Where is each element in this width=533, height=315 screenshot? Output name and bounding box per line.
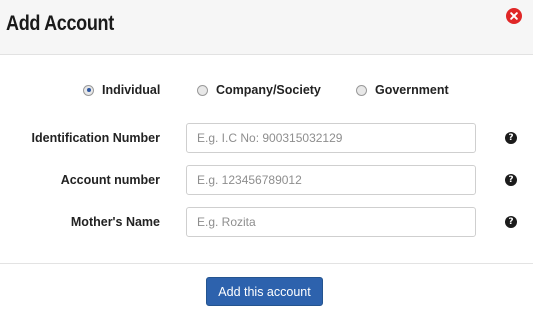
question-circle-icon[interactable]: ? xyxy=(505,174,517,186)
identification-number-row: Identification Number ? xyxy=(0,123,533,153)
radio-button[interactable] xyxy=(197,84,208,96)
dialog-title: Add Account xyxy=(6,12,114,35)
radio-label-company-society: Company/Society xyxy=(216,83,321,97)
mothers-name-input[interactable] xyxy=(186,207,476,237)
radio-label-individual: Individual xyxy=(102,83,161,97)
radio-button[interactable] xyxy=(356,84,367,96)
mothers-name-label: Mother's Name xyxy=(70,215,160,229)
mothers-name-row: Mother's Name ? xyxy=(0,207,533,237)
radio-label-government: Government xyxy=(375,83,449,97)
footer-divider xyxy=(0,263,533,264)
question-circle-icon[interactable]: ? xyxy=(505,216,517,228)
identification-number-label: Identification Number xyxy=(31,131,160,145)
account-number-row: Account number ? xyxy=(0,165,533,195)
question-circle-icon[interactable]: ? xyxy=(505,132,517,144)
account-number-label: Account number xyxy=(60,173,160,187)
close-icon[interactable] xyxy=(506,8,522,24)
radio-button-checked[interactable] xyxy=(83,84,94,96)
add-account-button[interactable]: Add this account xyxy=(206,277,323,306)
radio-government[interactable]: Government xyxy=(356,82,449,98)
account-number-input[interactable] xyxy=(186,165,476,195)
radio-company-society[interactable]: Company/Society xyxy=(197,82,321,98)
identification-number-input[interactable] xyxy=(186,123,476,153)
account-type-radio-group: Individual Company/Society Government xyxy=(0,82,533,98)
dialog-header: Add Account xyxy=(0,0,533,55)
radio-individual[interactable]: Individual xyxy=(83,82,160,98)
